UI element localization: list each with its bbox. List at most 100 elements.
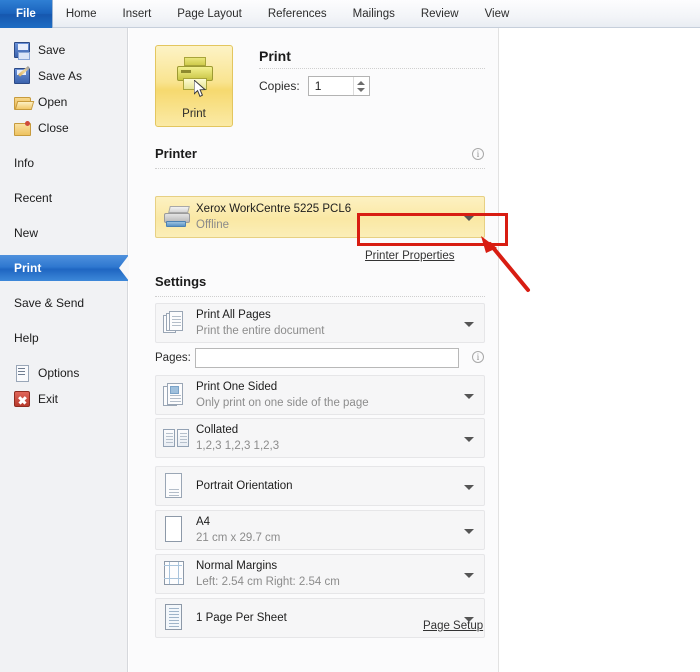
page-setup-link[interactable]: Page Setup bbox=[423, 620, 483, 632]
sidebar-item-label: Save & Send bbox=[14, 296, 85, 310]
chevron-down-icon[interactable] bbox=[464, 485, 474, 490]
chevron-down-icon[interactable] bbox=[464, 394, 474, 399]
ribbon-tabs: File Home Insert Page Layout References … bbox=[0, 0, 522, 28]
pages-per-sheet-icon bbox=[163, 604, 185, 632]
print-button-label: Print bbox=[182, 108, 206, 120]
sidebar-item-new[interactable]: New bbox=[0, 220, 127, 246]
one-sided-icon bbox=[163, 383, 187, 409]
setting-title: Normal Margins bbox=[196, 560, 278, 572]
tab-references[interactable]: References bbox=[255, 0, 340, 28]
tab-view[interactable]: View bbox=[472, 0, 523, 28]
setting-subtitle: Only print on one side of the page bbox=[196, 397, 369, 409]
sidebar-item-print[interactable]: Print bbox=[0, 255, 129, 281]
setting-row-print-range-real[interactable]: Print All Pages Print the entire documen… bbox=[155, 303, 485, 343]
nav-spacer-4 bbox=[0, 246, 127, 255]
chevron-down-icon[interactable] bbox=[464, 437, 474, 442]
setting-title: 1 Page Per Sheet bbox=[196, 612, 287, 624]
sidebar-item-save[interactable]: Save bbox=[0, 37, 127, 63]
sidebar-item-label: Info bbox=[14, 156, 35, 170]
paper-icon bbox=[163, 516, 185, 544]
nav-spacer-6 bbox=[0, 316, 127, 325]
setting-subtitle: Print the entire document bbox=[196, 325, 325, 337]
settings-section-heading: Settings bbox=[155, 274, 207, 289]
floppy-disk-pencil-icon bbox=[14, 68, 30, 84]
document-options-icon bbox=[14, 365, 30, 382]
sidebar-item-label: Help bbox=[14, 331, 39, 345]
copies-input[interactable] bbox=[308, 77, 353, 95]
setting-row-sided[interactable]: Print One Sided Only print on one side o… bbox=[155, 375, 485, 415]
printer-info-icon[interactable]: i bbox=[472, 148, 484, 160]
sidebar-item-label: Save As bbox=[38, 69, 83, 83]
collated-icon bbox=[163, 427, 191, 451]
print-button[interactable]: Print bbox=[155, 45, 233, 127]
setting-title: Collated bbox=[196, 424, 239, 436]
print-hero: Print bbox=[155, 45, 233, 127]
backstage-sidebar: Save Save As Open Close Info Recent New … bbox=[0, 28, 129, 672]
sidebar-item-label: Exit bbox=[38, 392, 59, 406]
setting-row-pages-per-sheet[interactable]: 1 Page Per Sheet bbox=[155, 598, 485, 638]
sidebar-item-recent[interactable]: Recent bbox=[0, 185, 127, 211]
chevron-down-icon[interactable] bbox=[464, 573, 474, 578]
print-preview-pane bbox=[498, 28, 700, 672]
printer-icon bbox=[175, 57, 215, 99]
setting-row-paper-size[interactable]: A4 21 cm x 29.7 cm bbox=[155, 510, 485, 550]
sidebar-item-open[interactable]: Open bbox=[0, 89, 127, 115]
setting-subtitle: 21 cm x 29.7 cm bbox=[196, 532, 281, 544]
sidebar-item-label: Recent bbox=[14, 191, 53, 205]
sidebar-item-label: Options bbox=[38, 366, 80, 380]
tab-file[interactable]: File bbox=[0, 0, 53, 28]
sidebar-item-help[interactable]: Help bbox=[0, 325, 127, 351]
spinner-up-icon[interactable] bbox=[357, 80, 366, 85]
chevron-down-icon[interactable] bbox=[464, 529, 474, 534]
stacked-pages-icon bbox=[163, 311, 187, 337]
setting-title: Portrait Orientation bbox=[196, 480, 293, 492]
setting-title: A4 bbox=[196, 516, 211, 528]
copies-stepper[interactable] bbox=[307, 76, 370, 96]
setting-row-collation[interactable]: Collated 1,2,3 1,2,3 1,2,3 bbox=[155, 418, 485, 458]
nav-spacer-top bbox=[0, 28, 127, 37]
setting-row-margins[interactable]: Normal Margins Left: 2.54 cm Right: 2.54… bbox=[155, 554, 485, 594]
sidebar-item-options[interactable]: Options bbox=[0, 360, 127, 386]
sidebar-item-save-as[interactable]: Save As bbox=[0, 63, 127, 89]
chevron-down-icon[interactable] bbox=[464, 322, 474, 327]
sidebar-item-info[interactable]: Info bbox=[0, 150, 127, 176]
ribbon-tab-bar: File Home Insert Page Layout References … bbox=[0, 0, 700, 28]
open-folder-icon bbox=[14, 94, 31, 110]
nav-spacer-3 bbox=[0, 211, 127, 220]
spinner-down-icon[interactable] bbox=[357, 87, 366, 92]
setting-title: Print One Sided bbox=[196, 381, 278, 393]
tab-home[interactable]: Home bbox=[53, 0, 110, 28]
floppy-disk-icon bbox=[14, 42, 30, 60]
sidebar-item-close[interactable]: Close bbox=[0, 115, 127, 141]
tab-insert[interactable]: Insert bbox=[110, 0, 165, 28]
copies-row: Copies: bbox=[259, 76, 370, 96]
mouse-cursor-icon bbox=[194, 80, 208, 98]
nav-spacer-7 bbox=[0, 351, 127, 360]
sidebar-item-exit[interactable]: Exit bbox=[0, 386, 127, 412]
sidebar-item-label: Save bbox=[38, 43, 66, 57]
printer-section-heading: Printer bbox=[155, 146, 197, 161]
printer-selector[interactable]: Xerox WorkCentre 5225 PCL6 Offline bbox=[155, 196, 485, 238]
sidebar-item-label: Print bbox=[14, 261, 42, 275]
printer-name: Xerox WorkCentre 5225 PCL6 bbox=[196, 203, 352, 215]
folder-close-icon bbox=[14, 120, 31, 136]
sidebar-item-save-and-send[interactable]: Save & Send bbox=[0, 290, 127, 316]
tab-page-layout[interactable]: Page Layout bbox=[164, 0, 255, 28]
setting-subtitle: 1,2,3 1,2,3 1,2,3 bbox=[196, 440, 280, 452]
tab-mailings[interactable]: Mailings bbox=[340, 0, 408, 28]
tab-review[interactable]: Review bbox=[408, 0, 472, 28]
printer-properties-link[interactable]: Printer Properties bbox=[365, 250, 454, 262]
chevron-down-icon[interactable] bbox=[464, 216, 474, 221]
copies-spin-buttons[interactable] bbox=[352, 77, 369, 95]
word-backstage-print-screen: File Home Insert Page Layout References … bbox=[0, 0, 700, 672]
settings-divider bbox=[155, 296, 485, 297]
red-x-icon bbox=[14, 391, 30, 407]
pages-input[interactable] bbox=[195, 348, 459, 368]
margins-icon bbox=[163, 561, 187, 587]
setting-subtitle: Left: 2.54 cm Right: 2.54 cm bbox=[196, 576, 340, 588]
setting-row-orientation[interactable]: Portrait Orientation bbox=[155, 466, 485, 506]
printer-status: Offline bbox=[196, 219, 230, 231]
sidebar-item-label: New bbox=[14, 226, 39, 240]
pages-info-icon[interactable]: i bbox=[472, 351, 484, 363]
pages-row: Pages: bbox=[155, 347, 485, 369]
